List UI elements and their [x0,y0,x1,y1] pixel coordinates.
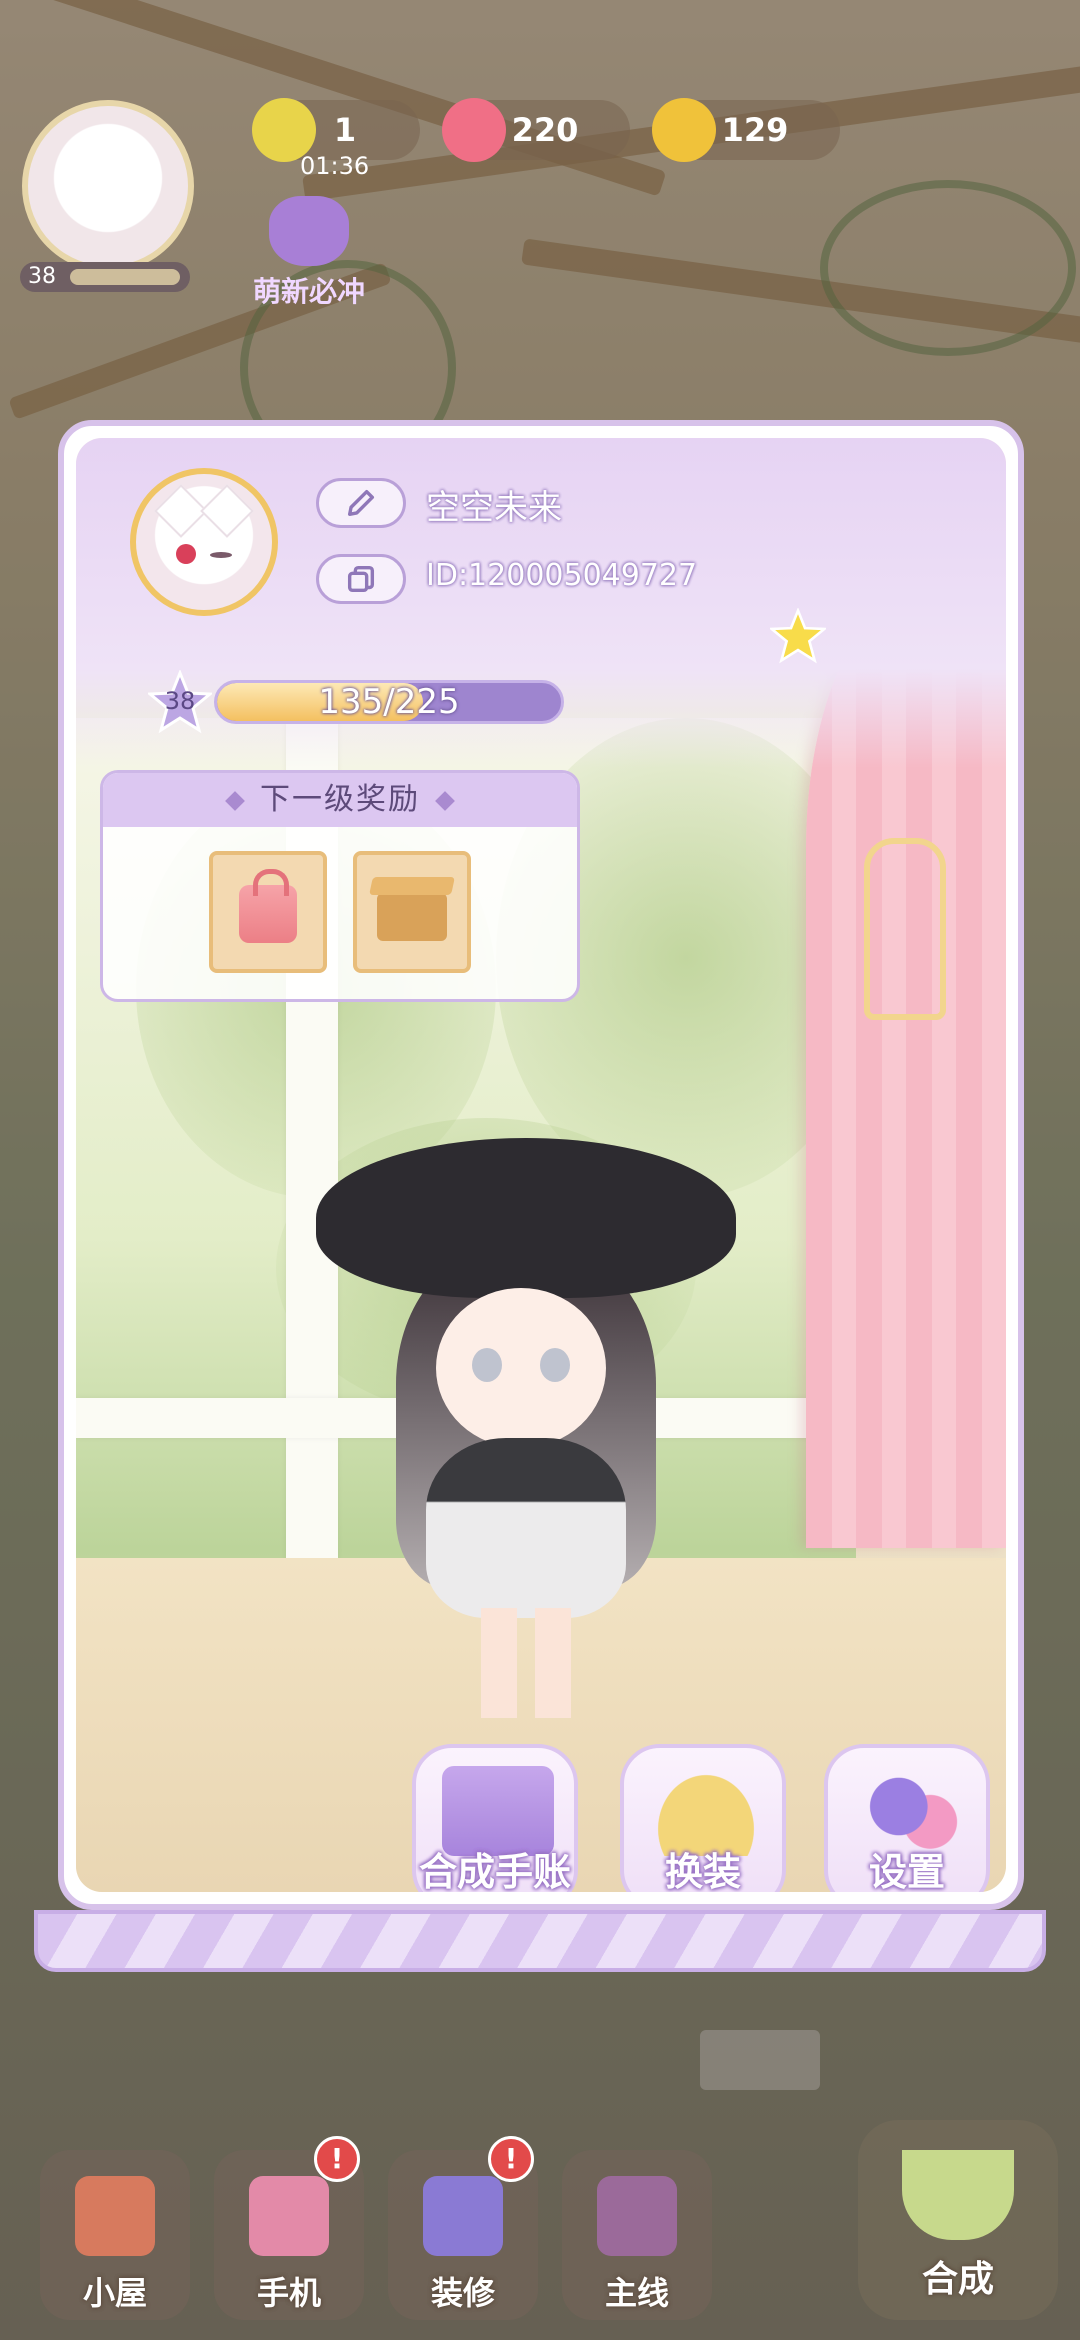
xp-bar: 135/225 [214,680,564,724]
hud-avatar[interactable] [22,100,194,272]
dress-up-label: 换装 [664,1850,741,1892]
newbie-event-button[interactable]: 萌新必冲 [244,196,374,308]
coins-counter[interactable]: 129 [652,98,840,162]
next-level-reward-panel: 下一级奖励 [100,770,580,1002]
nav-merge-label: 合成 [921,2259,994,2300]
bag-icon [239,869,297,943]
nav-decorate-label: 装修 [430,2274,495,2312]
nav-house-label: 小屋 [82,2274,147,2312]
reward-title: 下一级奖励 [260,782,420,817]
reward-title-bar: 下一级奖励 [103,773,577,827]
house-icon [75,2176,155,2256]
nav-phone[interactable]: ! 手机 [214,2136,364,2320]
player-id: ID:120005049727 [426,558,698,593]
hud-level-bar: 38 [20,262,190,292]
copy-icon [347,565,375,593]
energy-counter[interactable]: 1 [252,98,420,162]
profile-avatar[interactable] [130,468,278,616]
decorate-alert-badge: ! [488,2136,534,2182]
gem-icon [442,98,506,162]
nav-main-story-label: 主线 [604,2274,669,2312]
book-icon [597,2176,677,2256]
energy-timer: 01:36 [300,152,370,180]
hud-level-number: 38 [28,264,56,289]
nav-phone-label: 手机 [256,2274,321,2312]
gems-counter[interactable]: 220 [442,98,630,162]
player-nickname: 空空未来 [426,488,562,528]
settings-label: 设置 [868,1850,945,1892]
coins-value: 129 [721,111,789,149]
newbie-label: 萌新必冲 [252,275,365,308]
room-backdrop: 空空未来 ID:120005049727 38 135/225 下一级奖励 合成… [76,438,1006,1892]
profile-modal: 空空未来 ID:120005049727 38 135/225 下一级奖励 合成… [58,420,1024,1910]
phone-icon [249,2176,329,2256]
reward-item-box[interactable] [353,851,471,973]
reward-item-bag[interactable] [209,851,327,973]
nav-merge[interactable]: 合成 [858,2120,1058,2320]
nav-house[interactable]: 小屋 [40,2150,190,2320]
merge-journal-label: 合成手账 [418,1850,571,1892]
gold-star-icon [770,608,826,664]
copy-id-button[interactable] [316,554,406,604]
coin-icon [652,98,716,162]
curtain-ribbon [864,838,946,1020]
item-box-icon [377,893,447,941]
teacup-icon [902,2150,1014,2240]
paintbrush-icon [423,2176,503,2256]
energy-value: 1 [333,111,357,149]
pencil-icon [347,489,375,517]
xp-text: 135/225 [318,682,460,722]
edit-name-button[interactable] [316,478,406,528]
settings-button[interactable]: 设置 [824,1744,990,1892]
nav-decorate[interactable]: ! 装修 [388,2136,538,2320]
nav-main-story[interactable]: 主线 [562,2150,712,2320]
modal-bottom-trim [34,1910,1046,1972]
phone-alert-badge: ! [314,2136,360,2182]
dress-up-button[interactable]: 换装 [620,1744,786,1892]
cat-icon [269,196,349,266]
merge-journal-button[interactable]: 合成手账 [412,1744,578,1892]
profile-level-number: 38 [164,687,196,715]
gems-value: 220 [511,111,579,149]
dressed-character [316,1138,736,1738]
